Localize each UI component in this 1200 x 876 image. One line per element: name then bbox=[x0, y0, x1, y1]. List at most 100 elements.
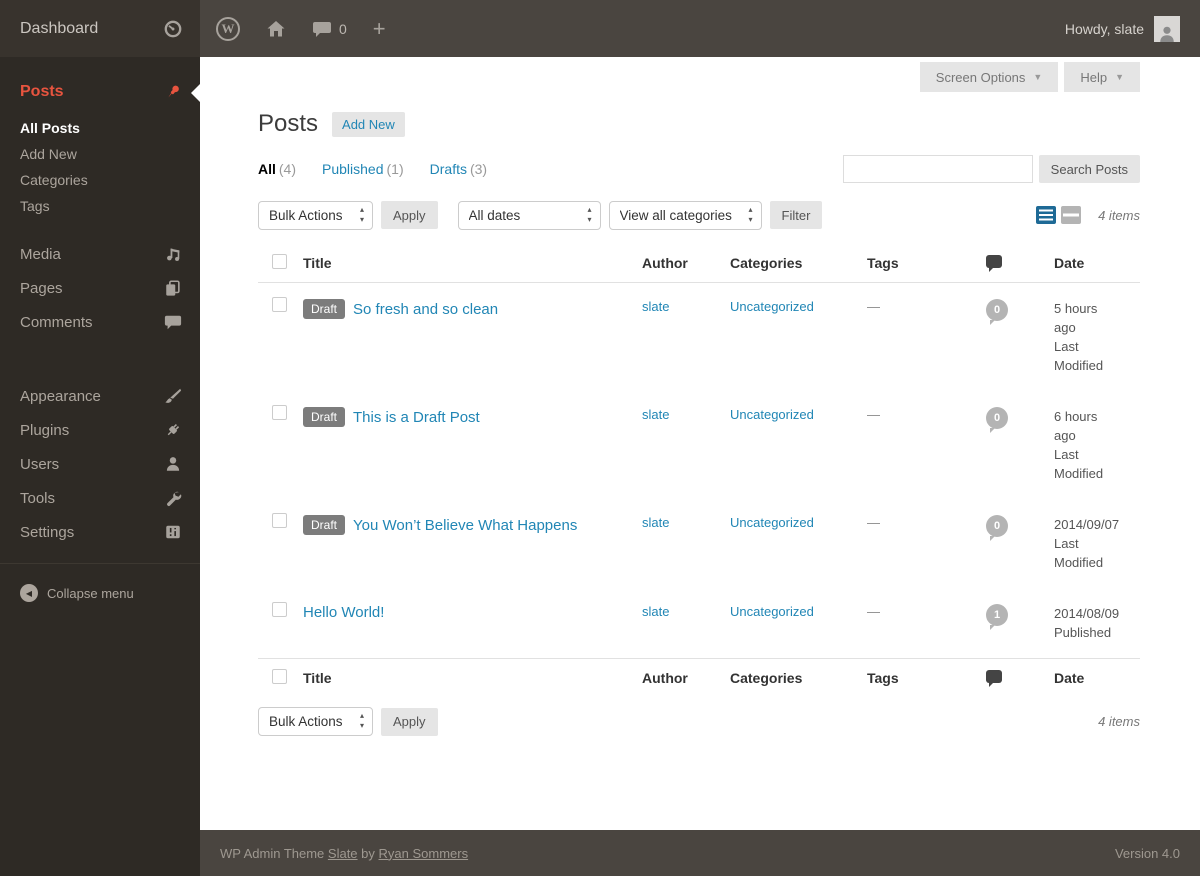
row-checkbox[interactable] bbox=[272, 297, 287, 312]
sidebar-item-settings[interactable]: Settings bbox=[0, 515, 200, 549]
filter-drafts[interactable]: Drafts (3) bbox=[430, 161, 487, 177]
author-link[interactable]: slate bbox=[642, 407, 669, 422]
sidebar-item-add-new[interactable]: Add New bbox=[20, 141, 182, 167]
admin-bar: W 0 + Howdy, slate bbox=[200, 0, 1200, 57]
column-date[interactable]: Date bbox=[1054, 244, 1140, 283]
category-link[interactable]: Uncategorized bbox=[730, 299, 814, 314]
sidebar-item-posts[interactable]: Posts bbox=[20, 83, 182, 101]
apply-button[interactable]: Apply bbox=[381, 201, 438, 229]
user-icon bbox=[164, 455, 182, 473]
sidebar-item-plugins[interactable]: Plugins bbox=[0, 413, 200, 447]
list-view-icon[interactable] bbox=[1035, 205, 1057, 225]
sidebar-item-all-posts[interactable]: All Posts bbox=[20, 115, 182, 141]
comments-icon bbox=[164, 313, 182, 331]
new-content-plus-icon[interactable]: + bbox=[373, 17, 386, 39]
screen-options-button[interactable]: Screen Options ▼ bbox=[919, 62, 1059, 92]
posts-submenu: All Posts Add New Categories Tags bbox=[20, 115, 182, 219]
wrench-icon bbox=[164, 489, 182, 507]
column-title[interactable]: Title bbox=[303, 659, 642, 698]
select-all-checkbox[interactable] bbox=[272, 669, 287, 684]
sidebar-item-tags[interactable]: Tags bbox=[20, 193, 182, 219]
table-body: Draft So fresh and so clean slate Uncateg… bbox=[258, 283, 1140, 659]
categories-select[interactable]: View all categories bbox=[608, 200, 762, 230]
column-comments[interactable] bbox=[986, 244, 1054, 283]
table-row: Draft You Won’t Believe What Happens slat… bbox=[258, 499, 1140, 588]
help-button[interactable]: Help ▼ bbox=[1064, 62, 1140, 92]
view-mode-switch bbox=[1035, 205, 1082, 225]
pushpin-icon bbox=[164, 83, 182, 101]
date-cell: 2014/09/07 Last Modified bbox=[1054, 517, 1120, 570]
dates-select-wrap: All dates ▴ ▾ bbox=[457, 200, 601, 230]
footer-bar: WP Admin Theme Slate by Ryan Sommers Ver… bbox=[200, 830, 1200, 876]
comment-count-bubble[interactable]: 0 bbox=[986, 299, 1008, 325]
search-posts-button[interactable]: Search Posts bbox=[1038, 155, 1140, 183]
admin-bar-account[interactable]: Howdy, slate bbox=[1064, 15, 1180, 42]
bulk-actions-select[interactable]: Bulk Actions bbox=[258, 200, 373, 230]
select-all-checkbox[interactable] bbox=[272, 254, 287, 269]
comment-count-bubble[interactable]: 0 bbox=[986, 407, 1008, 433]
content-area: Screen Options ▼ Help ▼ Posts Add New Al… bbox=[200, 57, 1200, 830]
paintbrush-icon bbox=[164, 387, 182, 405]
comment-count-bubble[interactable]: 1 bbox=[986, 604, 1008, 630]
row-checkbox[interactable] bbox=[272, 405, 287, 420]
sidebar-item-dashboard[interactable]: Dashboard bbox=[0, 0, 200, 57]
apply-button-bottom[interactable]: Apply bbox=[381, 707, 438, 736]
items-count-bottom: 4 items bbox=[1098, 714, 1140, 729]
search-input[interactable] bbox=[842, 155, 1033, 183]
add-new-button[interactable]: Add New bbox=[332, 111, 405, 137]
filter-drafts-label: Drafts bbox=[429, 161, 467, 177]
admin-bar-comments[interactable]: 0 bbox=[312, 19, 347, 39]
date-cell: 2014/08/09 Published bbox=[1054, 606, 1120, 640]
sidebar-item-appearance[interactable]: Appearance bbox=[0, 379, 200, 413]
title-row: Posts Add New bbox=[258, 110, 1140, 138]
sidebar-item-pages[interactable]: Pages bbox=[0, 271, 200, 305]
sidebar-item-tools[interactable]: Tools bbox=[0, 481, 200, 515]
plug-icon bbox=[164, 421, 182, 439]
sidebar-item-categories[interactable]: Categories bbox=[20, 167, 182, 193]
filter-published[interactable]: Published (1) bbox=[322, 161, 404, 177]
post-title-link[interactable]: So fresh and so clean bbox=[353, 301, 498, 318]
row-checkbox[interactable] bbox=[272, 602, 287, 617]
post-title-link[interactable]: You Won’t Believe What Happens bbox=[353, 517, 577, 534]
chevron-down-icon: ▼ bbox=[1115, 72, 1124, 82]
post-title-link[interactable]: Hello World! bbox=[303, 604, 384, 621]
page-title: Posts bbox=[258, 110, 319, 137]
column-title[interactable]: Title bbox=[303, 244, 642, 283]
column-comments[interactable] bbox=[986, 659, 1054, 698]
category-link[interactable]: Uncategorized bbox=[730, 407, 814, 422]
author-link[interactable]: slate bbox=[642, 604, 669, 619]
category-link[interactable]: Uncategorized bbox=[730, 515, 814, 530]
home-icon[interactable] bbox=[266, 19, 286, 39]
column-date[interactable]: Date bbox=[1054, 659, 1140, 698]
table-footer: Title Author Categories Tags Date bbox=[258, 658, 1140, 698]
footer-credit-prefix: WP Admin Theme bbox=[220, 845, 328, 861]
pages-label: Pages bbox=[20, 279, 63, 297]
filter-search-row: All (4) Published (1) Drafts (3) Search Pos… bbox=[258, 154, 1140, 184]
sidebar-item-users[interactable]: Users bbox=[0, 447, 200, 481]
search-box: Search Posts bbox=[842, 155, 1140, 183]
howdy-text: Howdy, slate bbox=[1064, 20, 1144, 37]
post-title-link[interactable]: This is a Draft Post bbox=[353, 409, 480, 426]
collapse-menu-button[interactable]: ◀ Collapse menu bbox=[0, 564, 200, 602]
excerpt-view-icon[interactable] bbox=[1060, 205, 1082, 225]
author-link[interactable]: slate bbox=[642, 299, 669, 314]
sidebar-menu-lower: Appearance Plugins Users Tools Settings bbox=[0, 379, 200, 549]
filter-all-count: (4) bbox=[278, 161, 297, 177]
theme-link[interactable]: Slate bbox=[328, 846, 358, 861]
filter-button[interactable]: Filter bbox=[769, 201, 823, 229]
dates-select[interactable]: All dates bbox=[457, 200, 601, 230]
row-checkbox[interactable] bbox=[272, 513, 287, 528]
comment-count-bubble[interactable]: 0 bbox=[986, 515, 1008, 541]
bulk-actions-select-bottom[interactable]: Bulk Actions bbox=[258, 707, 373, 736]
filter-all[interactable]: All (4) bbox=[258, 161, 296, 177]
tags-value: — bbox=[867, 604, 880, 619]
sidebar-item-media[interactable]: Media bbox=[0, 237, 200, 271]
wordpress-logo-icon[interactable]: W bbox=[216, 16, 240, 41]
status-badge: Draft bbox=[303, 515, 346, 535]
category-link[interactable]: Uncategorized bbox=[730, 604, 814, 619]
status-badge: Draft bbox=[303, 299, 346, 319]
column-categories: Categories bbox=[730, 670, 803, 686]
sidebar-item-comments[interactable]: Comments bbox=[0, 305, 200, 339]
author-link[interactable]: slate bbox=[642, 515, 669, 530]
theme-author-link[interactable]: Ryan Sommers bbox=[379, 846, 469, 861]
